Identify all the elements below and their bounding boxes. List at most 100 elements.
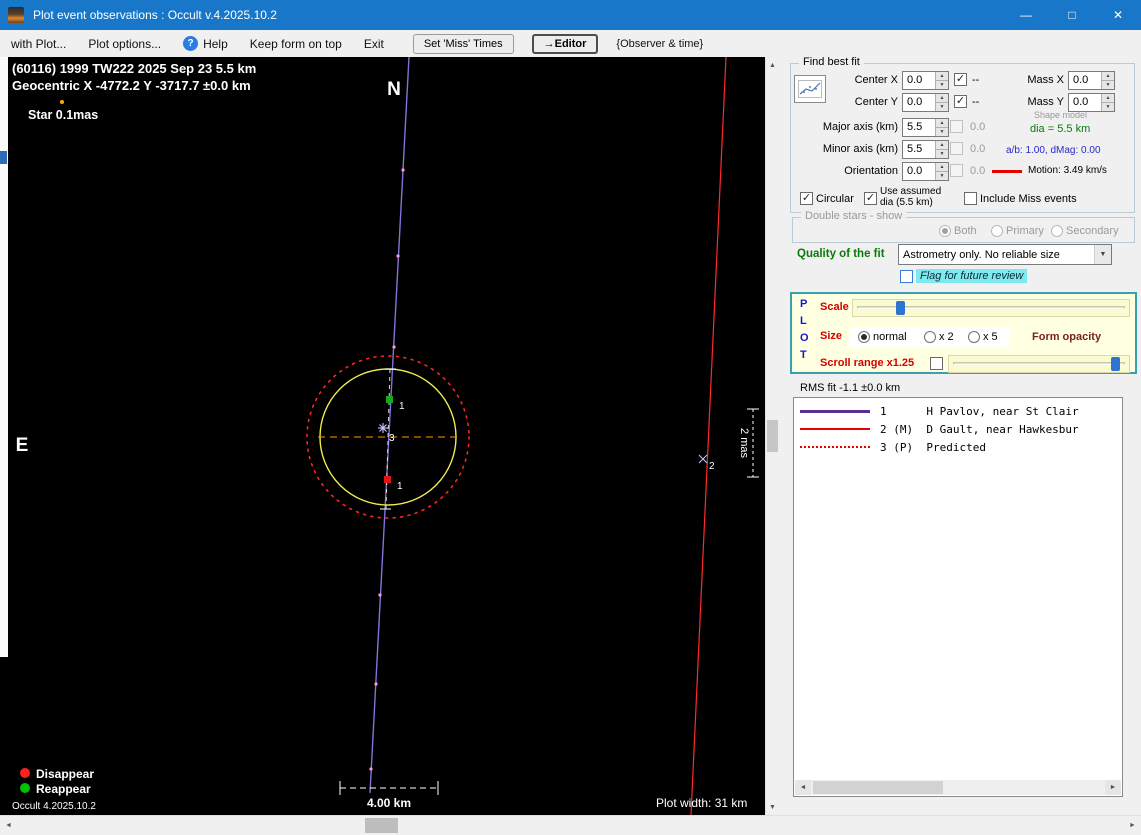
maximize-icon[interactable]: □ [1049,0,1095,30]
spinner-down-icon[interactable]: ▼ [936,103,948,111]
major-axis-spinner[interactable]: 5.5 ▲ ▼ [902,118,949,137]
horizontal-scroll-thumb[interactable] [365,818,398,833]
orientation-checkbox[interactable] [950,164,963,177]
double-stars-both-radio[interactable] [939,225,951,237]
center-y-checkbox[interactable] [954,95,967,108]
orientation-value[interactable]: 0.0 [903,163,935,180]
listbox-scroll-track[interactable] [811,780,1105,795]
minor-axis-checkbox[interactable] [950,142,963,155]
minimize-icon[interactable]: — [1003,0,1049,30]
size-normal-label: normal [873,331,907,343]
spinner-up-icon[interactable]: ▲ [936,141,948,150]
spinner-down-icon[interactable]: ▼ [936,128,948,136]
menu-help[interactable]: ? Help [172,30,239,57]
occultation-plot[interactable]: 1 1 3 2 2 mas 4.00 km (60116) 1999 TW222… [8,57,765,815]
major-axis-value[interactable]: 5.5 [903,119,935,136]
spinner-down-icon[interactable]: ▼ [936,81,948,89]
spinner-up-icon[interactable]: ▲ [936,119,948,128]
scroll-left-icon[interactable]: ◄ [795,780,811,795]
center-x-value[interactable]: 0.0 [903,72,935,89]
editor-button[interactable]: →Editor [531,33,599,54]
left-dock-marker[interactable] [0,151,7,164]
scale-slider-thumb[interactable] [896,301,905,315]
size-normal-radio[interactable] [858,331,870,343]
double-stars-secondary-label: Secondary [1066,225,1119,237]
mass-y-value[interactable]: 0.0 [1069,94,1101,111]
scroll-range-label: Scroll range x1.25 [820,357,915,369]
flag-review-checkbox[interactable] [900,270,913,283]
spinner-up-icon[interactable]: ▲ [1102,72,1114,81]
window-hscrollbar[interactable]: ◄ ► [0,815,1141,834]
center-y-spinner[interactable]: 0.0 ▲ ▼ [902,93,949,112]
spinner-up-icon[interactable]: ▲ [936,72,948,81]
list-item[interactable]: 2 (M) D Gault, near Hawkesbur [794,422,1122,436]
mass-x-value[interactable]: 0.0 [1069,72,1101,89]
use-assumed-dia-checkbox[interactable] [864,192,877,205]
listbox-hscrollbar[interactable]: ◄ ► [795,780,1121,795]
spinner-down-icon[interactable]: ▼ [1102,103,1114,111]
plot-area[interactable]: 1 1 3 2 2 mas 4.00 km (60116) 1999 TW222… [8,57,765,815]
spinner-down-icon[interactable]: ▼ [1102,81,1114,89]
mass-x-spinner[interactable]: 0.0 ▲ ▼ [1068,71,1115,90]
menu-exit[interactable]: Exit [353,30,395,57]
chord1-line-swatch [800,409,870,413]
observations-listbox[interactable]: 1 H Pavlov, near St Clair 2 (M) D Gault,… [793,397,1123,797]
star-size-dot [60,100,64,104]
plot-vertical-scrollbar[interactable]: ▲ ▼ [765,57,778,815]
double-stars-secondary-radio[interactable] [1051,225,1063,237]
chord-color-sample [992,170,1022,173]
menubar: with Plot... Plot options... ? Help Keep… [0,30,1141,57]
listbox-scroll-thumb[interactable] [813,781,943,794]
fit-chart-icon [798,80,822,98]
disappear-legend-icon [20,768,30,778]
include-miss-checkbox[interactable] [964,192,977,205]
close-icon[interactable]: ✕ [1095,0,1141,30]
scroll-right-icon[interactable]: ► [1124,816,1141,835]
spinner-down-icon[interactable]: ▼ [936,150,948,158]
list-item[interactable]: 3 (P) Predicted [794,440,1122,454]
circular-checkbox[interactable] [800,192,813,205]
menu-keep-on-top[interactable]: Keep form on top [239,30,353,57]
spinner-up-icon[interactable]: ▲ [1102,94,1114,103]
vertical-scroll-thumb[interactable] [767,420,778,452]
scroll-range-checkbox[interactable] [930,357,943,370]
spinner-down-icon[interactable]: ▼ [936,172,948,180]
scroll-right-icon[interactable]: ► [1105,780,1121,795]
find-best-fit-title: Find best fit [799,56,864,68]
plot-header-line2: Geocentric X -4772.2 Y -3717.7 ±0.0 km [12,78,251,93]
rms-fit-label: RMS fit -1.1 ±0.0 km [800,382,901,394]
size-x5-radio[interactable] [968,331,980,343]
center-y-value[interactable]: 0.0 [903,94,935,111]
quality-value: Astrometry only. No reliable size [903,248,1060,261]
disappear-legend-label: Disappear [36,767,94,781]
minor-axis-spinner[interactable]: 5.5 ▲ ▼ [902,140,949,159]
set-miss-times-button[interactable]: Set 'Miss' Times [412,33,514,54]
center-x-spinner[interactable]: 0.0 ▲ ▼ [902,71,949,90]
reappear-legend-label: Reappear [36,782,91,796]
center-x-checkbox[interactable] [954,73,967,86]
chevron-down-icon[interactable]: ▼ [1094,245,1111,264]
motion-label: Motion: 3.49 km/s [1028,165,1107,176]
best-fit-button[interactable] [794,75,826,103]
menu-plot-options[interactable]: Plot options... [77,30,172,57]
opacity-slider-thumb[interactable] [1111,357,1120,371]
list-item[interactable]: 1 H Pavlov, near St Clair [794,404,1122,418]
spinner-up-icon[interactable]: ▲ [936,94,948,103]
minor-axis-value[interactable]: 5.5 [903,141,935,158]
chord2-line[interactable] [690,57,727,815]
slider-track [953,362,1125,365]
reappear-marker[interactable] [386,396,393,403]
disappear-marker[interactable] [384,476,391,483]
orientation-spinner[interactable]: 0.0 ▲ ▼ [902,162,949,181]
menu-with-plot[interactable]: with Plot... [0,30,77,57]
size-x2-radio[interactable] [924,331,936,343]
scroll-left-icon[interactable]: ◄ [0,816,17,835]
double-stars-primary-radio[interactable] [991,225,1003,237]
quality-combobox[interactable]: Astrometry only. No reliable size ▼ [898,244,1112,265]
scale-label: Scale [820,301,849,313]
scale-slider[interactable] [852,299,1130,317]
spinner-up-icon[interactable]: ▲ [936,163,948,172]
form-opacity-label[interactable]: Form opacity [1032,331,1101,343]
major-axis-checkbox[interactable] [950,120,963,133]
opacity-slider[interactable] [948,355,1130,373]
